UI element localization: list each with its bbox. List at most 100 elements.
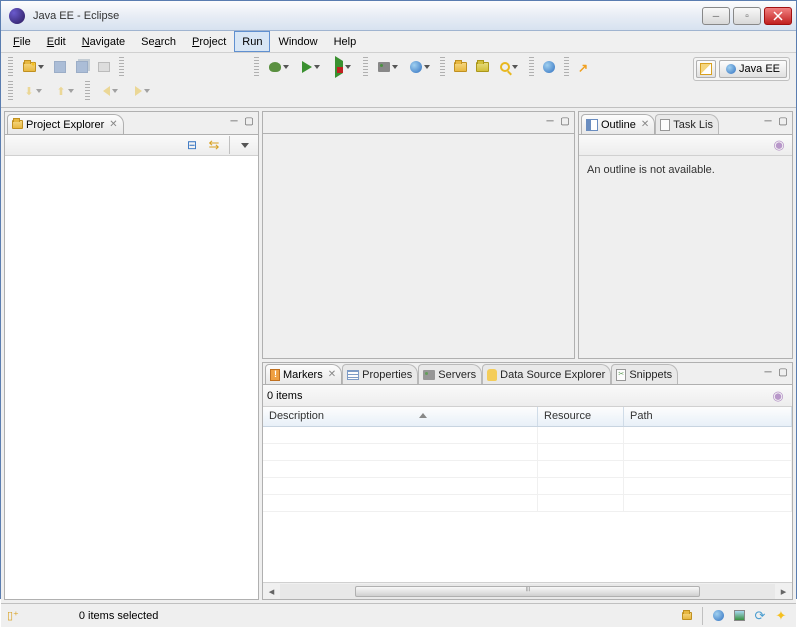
dropdown-icon — [424, 65, 430, 69]
markers-table-body[interactable] — [263, 427, 792, 582]
tab-task-list[interactable]: Task Lis — [655, 114, 719, 134]
trim-button-4[interactable]: ⟳ — [751, 607, 769, 625]
forward-button[interactable] — [127, 81, 157, 101]
scroll-left-button[interactable]: ◂ — [263, 584, 280, 599]
menu-search[interactable]: Search — [133, 31, 184, 52]
maximize-view-button[interactable]: ▢ — [558, 114, 572, 128]
run-last-button[interactable] — [328, 57, 358, 77]
annotation-button[interactable] — [574, 57, 594, 77]
down-icon: ⬇ — [24, 85, 33, 98]
collapse-all-button[interactable]: ⊟ — [182, 135, 202, 155]
web-browser-button[interactable] — [405, 57, 435, 77]
link-editor-button[interactable]: ⇆ — [204, 135, 224, 155]
editor-body[interactable] — [263, 134, 574, 358]
toolbar-handle[interactable] — [8, 81, 13, 101]
save-all-button[interactable] — [72, 57, 92, 77]
open-type-button[interactable] — [450, 57, 470, 77]
prev-annotation-button[interactable]: ⬆ — [50, 81, 80, 101]
scroll-track[interactable] — [280, 584, 775, 599]
dropdown-icon — [283, 65, 289, 69]
open-task-button[interactable] — [472, 57, 492, 77]
tab-outline[interactable]: Outline ✕ — [581, 114, 655, 134]
run-stop-icon — [335, 61, 343, 73]
menu-project[interactable]: Project — [184, 31, 234, 52]
run-button[interactable] — [296, 57, 326, 77]
toolbar-handle[interactable] — [529, 57, 534, 77]
column-resource[interactable]: Resource — [538, 407, 624, 426]
new-button[interactable] — [18, 57, 48, 77]
close-tab-icon[interactable]: ✕ — [328, 369, 336, 380]
search-button[interactable] — [494, 57, 524, 77]
minimize-view-button[interactable]: ─ — [227, 114, 241, 128]
trim-button-5[interactable]: ✦ — [772, 607, 790, 625]
editor-area: ─ ▢ — [262, 111, 575, 359]
column-path[interactable]: Path — [624, 407, 792, 426]
trim-button-2[interactable] — [709, 607, 727, 625]
view-menu-button[interactable]: ◉ — [768, 386, 788, 406]
tab-snippets[interactable]: Snippets — [611, 364, 678, 384]
view-menu-button[interactable]: ◉ — [769, 135, 789, 155]
column-description[interactable]: Description — [263, 407, 538, 426]
close-tab-icon[interactable]: ✕ — [641, 119, 649, 130]
toolbar-handle[interactable] — [85, 81, 90, 101]
close-button[interactable] — [764, 7, 792, 25]
maximize-view-button[interactable]: ▢ — [776, 365, 790, 379]
save-button[interactable] — [50, 57, 70, 77]
maximize-icon — [745, 10, 749, 22]
toolbar-handle[interactable] — [119, 57, 124, 77]
horizontal-scrollbar[interactable]: ◂ ▸ — [263, 582, 792, 599]
open-perspective-button[interactable] — [696, 60, 716, 78]
maximize-view-button[interactable]: ▢ — [242, 114, 256, 128]
markers-view: Markers ✕ Properties Servers Data Source… — [262, 362, 793, 600]
menu-help[interactable]: Help — [326, 31, 365, 52]
menu-window[interactable]: Window — [270, 31, 325, 52]
view-menu-button[interactable] — [235, 135, 255, 155]
minimize-view-button[interactable]: ─ — [543, 114, 557, 128]
close-tab-icon[interactable]: ✕ — [109, 119, 117, 130]
new-server-button[interactable] — [373, 57, 403, 77]
tab-data-source-explorer[interactable]: Data Source Explorer — [482, 364, 611, 384]
globe-icon — [410, 61, 422, 73]
dropdown-icon — [314, 65, 320, 69]
javaee-icon — [726, 64, 736, 74]
menu-navigate[interactable]: Navigate — [74, 31, 133, 52]
print-button[interactable] — [94, 57, 114, 77]
next-annotation-button[interactable]: ⬇ — [18, 81, 48, 101]
tab-servers[interactable]: Servers — [418, 364, 482, 384]
toolbar-handle[interactable] — [564, 57, 569, 77]
minimize-button[interactable] — [702, 7, 730, 25]
minimize-view-button[interactable]: ─ — [761, 365, 775, 379]
window-titlebar: Java EE - Eclipse — [1, 1, 796, 31]
menu-file[interactable]: File — [5, 31, 39, 52]
menu-edit[interactable]: Edit — [39, 31, 74, 52]
up-icon: ⬆ — [56, 85, 65, 98]
scroll-thumb[interactable] — [355, 586, 700, 597]
tab-properties[interactable]: Properties — [342, 364, 418, 384]
trim-button-1[interactable] — [678, 607, 696, 625]
menu-run[interactable]: Run — [234, 31, 270, 52]
minimize-view-button[interactable]: ─ — [761, 114, 775, 128]
toolbar-handle[interactable] — [8, 57, 13, 77]
tab-project-explorer[interactable]: Project Explorer ✕ — [7, 114, 124, 134]
project-explorer-body[interactable] — [5, 156, 258, 599]
trim-button-3[interactable] — [730, 607, 748, 625]
toolbar-handle[interactable] — [254, 57, 259, 77]
outline-body: An outline is not available. — [579, 156, 792, 358]
toolbar-handle[interactable] — [440, 57, 445, 77]
print-icon — [98, 62, 110, 72]
toolbar-handle[interactable] — [363, 57, 368, 77]
save-icon — [54, 61, 66, 73]
web-button[interactable] — [539, 57, 559, 77]
perspective-javaee[interactable]: Java EE — [719, 60, 787, 78]
tab-markers[interactable]: Markers ✕ — [265, 364, 342, 384]
show-view-icon[interactable]: ▯⁺ — [7, 609, 19, 622]
maximize-view-button[interactable]: ▢ — [776, 114, 790, 128]
run-icon — [302, 61, 312, 73]
tab-label: Task Lis — [673, 119, 713, 131]
debug-button[interactable] — [264, 57, 294, 77]
dropdown-icon — [38, 65, 44, 69]
folder-icon — [12, 120, 23, 129]
back-button[interactable] — [95, 81, 125, 101]
scroll-right-button[interactable]: ▸ — [775, 584, 792, 599]
maximize-button[interactable] — [733, 7, 761, 25]
